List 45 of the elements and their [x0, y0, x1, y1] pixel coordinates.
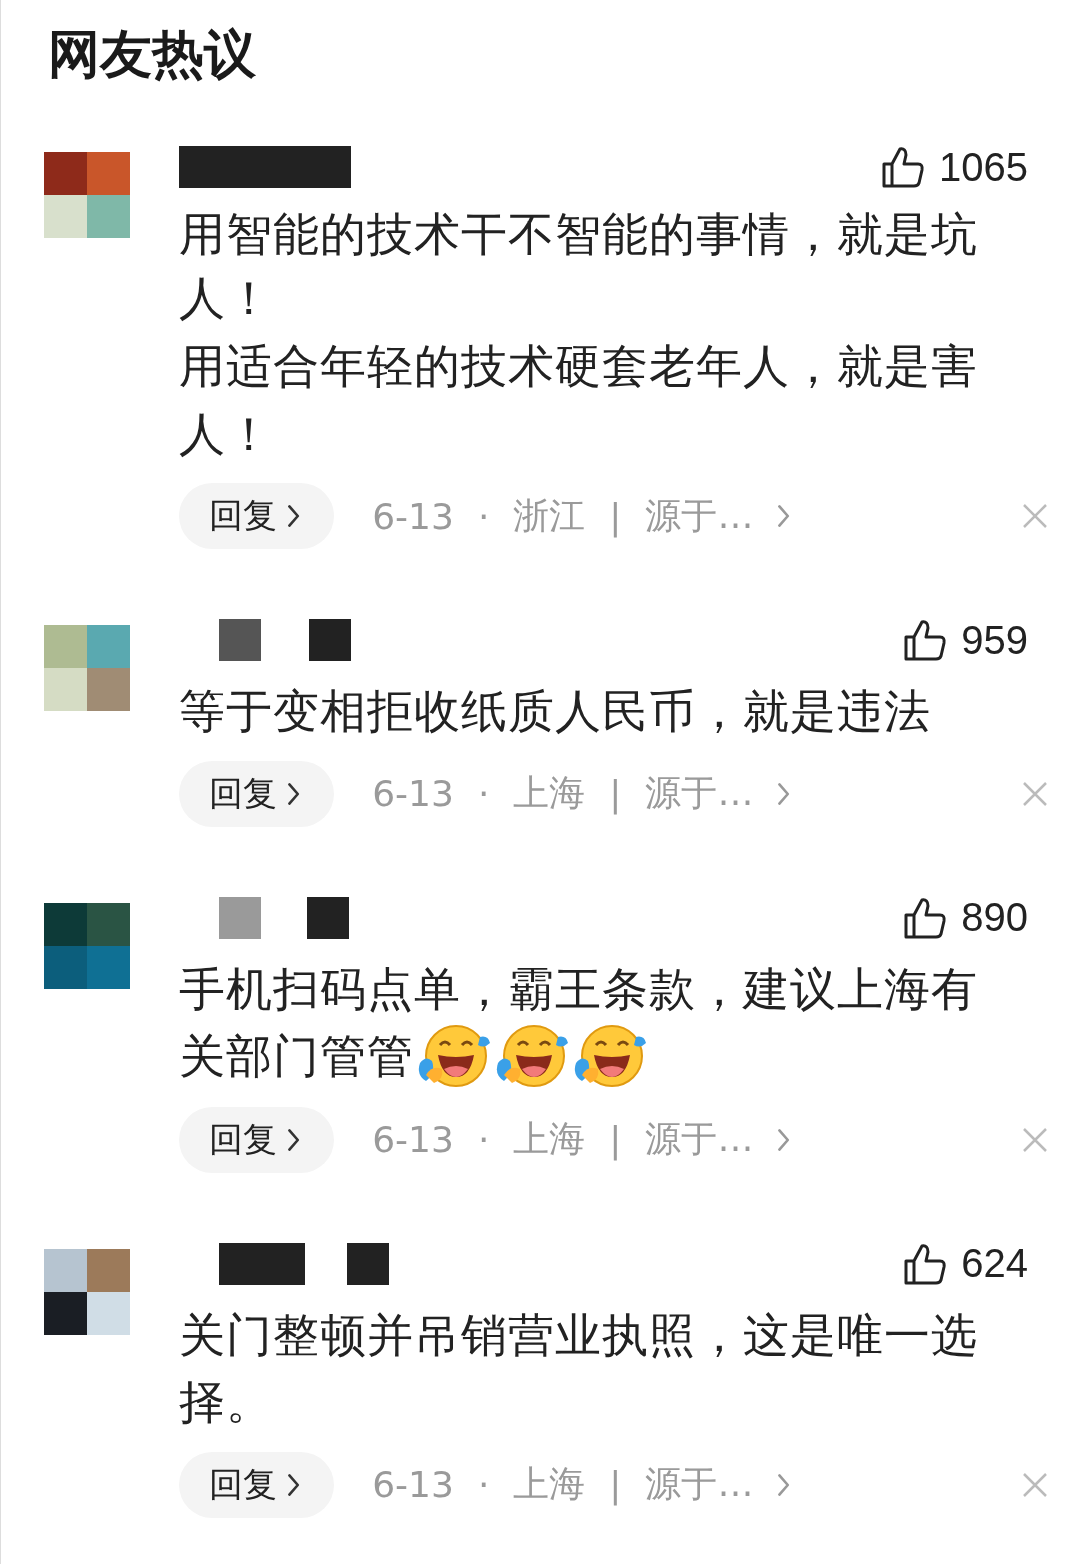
like-count: 959: [961, 617, 1028, 663]
reply-button[interactable]: 回复: [179, 1106, 335, 1173]
thumbs-up-icon[interactable]: [903, 618, 948, 662]
dot-separator: ·: [477, 1464, 490, 1505]
thumbs-up-icon[interactable]: [903, 1241, 948, 1286]
section-title: 网友热议: [48, 23, 256, 86]
comment-location: 上海: [513, 1117, 586, 1161]
comment-text: 关门整顿并吊销营业执照，这是唯一选择。: [179, 1306, 979, 1431]
chevron-right-icon: [287, 1127, 301, 1152]
comment-location: 浙江: [513, 493, 586, 538]
divider: |: [609, 1119, 622, 1160]
dot-separator: ·: [477, 1119, 490, 1160]
like-count: 624: [961, 1241, 1028, 1286]
comment-date: 6-13: [372, 1119, 454, 1160]
chevron-right-icon: [287, 504, 301, 528]
laughing-crying-emoji-icon: [416, 1022, 492, 1089]
chevron-right-icon: [777, 1472, 791, 1497]
divider: |: [609, 1464, 622, 1505]
comment-text: 手机扫码点单，霸王条款，建议上海有关部门管管: [179, 952, 1009, 1089]
comment-date: 6-13: [372, 773, 454, 814]
reply-button[interactable]: 回复: [179, 760, 335, 827]
like-count: 1065: [939, 144, 1028, 190]
chevron-right-icon: [287, 781, 301, 806]
comment-text: 等于变相拒收纸质人民币，就是违法: [179, 682, 932, 740]
divider: |: [609, 773, 622, 814]
chevron-right-icon: [777, 504, 791, 528]
dot-separator: ·: [477, 773, 490, 814]
reply-button[interactable]: 回复: [179, 483, 335, 549]
divider: |: [609, 495, 622, 537]
thumbs-up-icon[interactable]: [881, 145, 925, 189]
comment-date: 6-13: [372, 1464, 454, 1505]
chevron-right-icon: [287, 1472, 301, 1497]
laughing-crying-emoji-icon: [494, 1022, 570, 1089]
comment-location: 上海: [513, 771, 586, 815]
comment-text: 用智能的技术干不智能的事情，就是坑人！: [179, 206, 979, 327]
reply-button[interactable]: 回复: [179, 1451, 335, 1518]
thumbs-up-icon[interactable]: [903, 895, 948, 940]
dot-separator: ·: [477, 495, 490, 537]
comment-date: 6-13: [372, 495, 454, 537]
chevron-right-icon: [777, 1127, 791, 1152]
like-count: 890: [961, 895, 1028, 940]
laughing-crying-emoji-icon: [572, 1022, 648, 1089]
chevron-right-icon: [777, 781, 791, 806]
comment-location: 上海: [513, 1462, 586, 1506]
comment-text: 用适合年轻的技术硬套老年人，就是害人！: [179, 337, 979, 462]
